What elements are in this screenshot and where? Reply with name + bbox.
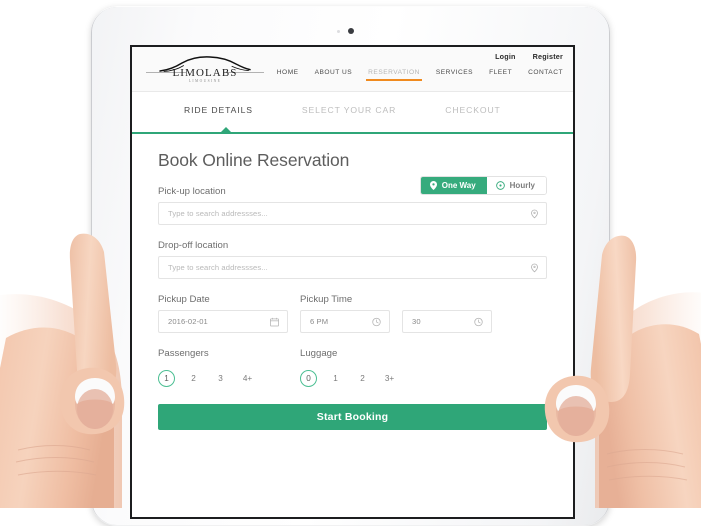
auth-links: Login Register bbox=[495, 52, 563, 61]
clock-icon bbox=[495, 181, 505, 190]
step-select-your-car[interactable]: SELECT YOUR CAR bbox=[302, 105, 396, 115]
start-booking-button[interactable]: Start Booking bbox=[158, 404, 547, 430]
pickup-time-minute-input[interactable]: 30 bbox=[402, 310, 492, 333]
clock-icon bbox=[372, 317, 381, 326]
nav-item-reservation[interactable]: RESERVATION bbox=[366, 69, 422, 82]
trip-type-toggle: One Way Hourly bbox=[419, 176, 547, 195]
nav-item-home[interactable]: HOME bbox=[275, 69, 301, 82]
calendar-icon bbox=[270, 317, 279, 326]
step-checkout[interactable]: CHECKOUT bbox=[445, 105, 500, 115]
booking-steps: RIDE DETAILS SELECT YOUR CAR CHECKOUT bbox=[132, 92, 573, 134]
passengers-option-4plus[interactable]: 4+ bbox=[239, 370, 256, 387]
nav-item-services[interactable]: SERVICES bbox=[434, 69, 475, 82]
pickup-time-minute-value: 30 bbox=[412, 317, 421, 326]
nav-item-fleet[interactable]: FLEET bbox=[487, 69, 514, 82]
main-navigation: HOME ABOUT US RESERVATION SERVICES FLEET… bbox=[275, 69, 565, 82]
trip-type-hourly-label: Hourly bbox=[509, 181, 535, 190]
front-camera-icon bbox=[347, 28, 354, 34]
dropoff-location-input[interactable]: Type to search addressses... bbox=[158, 256, 547, 279]
pickup-location-placeholder: Type to search addressses... bbox=[168, 209, 268, 218]
right-hand-holding-tablet bbox=[521, 208, 701, 508]
map-pin-icon bbox=[429, 181, 437, 190]
luggage-option-2[interactable]: 2 bbox=[354, 370, 371, 387]
luggage-label: Luggage bbox=[300, 348, 338, 359]
pickup-time-label: Pickup Time bbox=[300, 294, 353, 305]
ambient-sensor-icon bbox=[336, 30, 340, 33]
luggage-option-1[interactable]: 1 bbox=[327, 370, 344, 387]
register-link[interactable]: Register bbox=[533, 52, 563, 61]
passengers-option-3[interactable]: 3 bbox=[212, 370, 229, 387]
pickup-time-hour-value: 6 PM bbox=[310, 317, 329, 326]
logo-subtitle: LIMOUSINE bbox=[188, 79, 222, 83]
clock-icon bbox=[474, 317, 483, 326]
pickup-time-hour-input[interactable]: 6 PM bbox=[300, 310, 390, 333]
login-link[interactable]: Login bbox=[495, 52, 516, 61]
luggage-selector: 0 1 2 3+ bbox=[300, 364, 398, 387]
luggage-option-3plus[interactable]: 3+ bbox=[381, 370, 398, 387]
step-ride-details[interactable]: RIDE DETAILS bbox=[184, 105, 253, 115]
luggage-option-0[interactable]: 0 bbox=[300, 370, 317, 387]
logo-wordmark: LIMOLABS bbox=[172, 67, 238, 79]
trip-type-one-way-label: One Way bbox=[441, 181, 476, 190]
pickup-location-input[interactable]: Type to search addressses... bbox=[158, 202, 547, 225]
page-title: Book Online Reservation bbox=[158, 150, 350, 170]
trip-type-hourly-button[interactable]: Hourly bbox=[486, 177, 546, 194]
site-logo[interactable]: LIMOLABS LIMOUSINE bbox=[140, 50, 270, 88]
dropoff-location-label: Drop-off location bbox=[158, 240, 229, 251]
site-header: LIMOLABS LIMOUSINE Login Register HOME A… bbox=[132, 47, 573, 92]
nav-item-contact[interactable]: CONTACT bbox=[526, 69, 565, 82]
nav-item-about-us[interactable]: ABOUT US bbox=[313, 69, 355, 82]
active-step-pointer-icon bbox=[221, 127, 231, 132]
trip-type-one-way-button[interactable]: One Way bbox=[420, 177, 487, 194]
left-hand-holding-tablet bbox=[0, 218, 209, 508]
